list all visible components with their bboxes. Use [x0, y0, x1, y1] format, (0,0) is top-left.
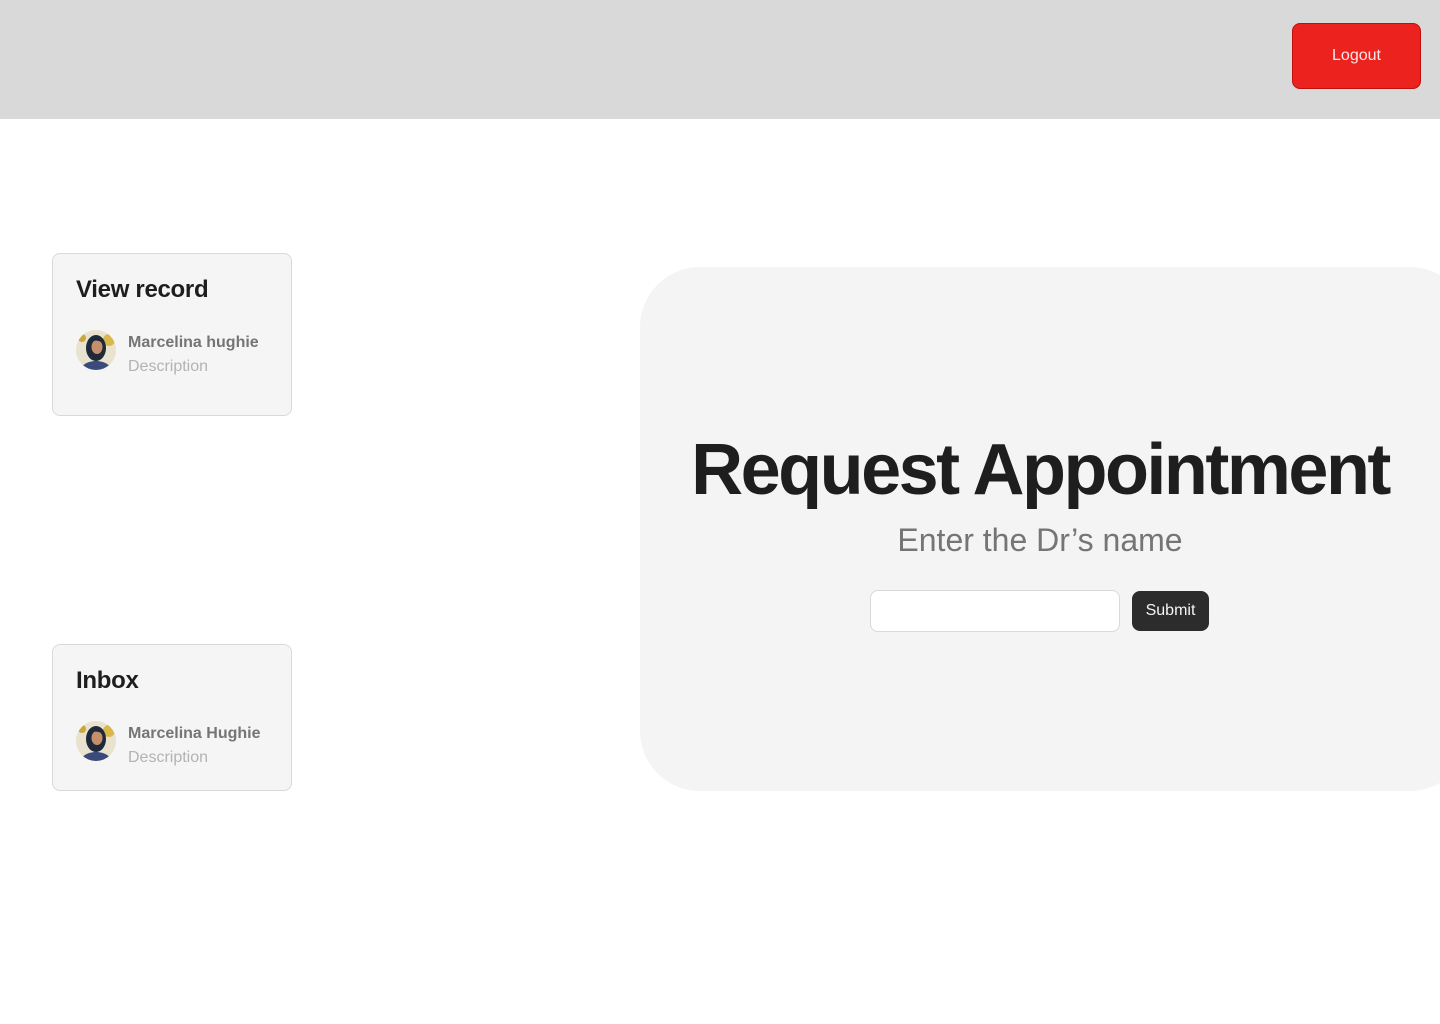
avatar-photo-icon: [76, 330, 116, 370]
user-name: Marcelina Hughie: [128, 725, 261, 742]
card-title: Inbox: [76, 667, 139, 694]
user-description: Description: [128, 358, 209, 375]
submit-button[interactable]: Submit: [1132, 591, 1209, 631]
page: Logout View record Marcelina hughie Desc…: [0, 0, 1440, 1024]
doctor-name-input[interactable]: [870, 590, 1120, 632]
appointment-heading: Request Appointment: [691, 430, 1391, 510]
avatar: [76, 330, 116, 370]
card-user: Marcelina Hughie Description: [76, 721, 260, 770]
top-bar: Logout: [0, 0, 1440, 119]
view-record-card[interactable]: View record Marcelina hughie Description: [52, 253, 292, 416]
user-text: Marcelina Hughie Description: [128, 722, 260, 770]
card-user: Marcelina hughie Description: [76, 330, 259, 379]
avatar: [76, 721, 116, 761]
user-description: Description: [128, 749, 209, 766]
avatar-photo-icon: [76, 721, 116, 761]
logout-button[interactable]: Logout: [1292, 23, 1421, 89]
user-name: Marcelina hughie: [128, 334, 259, 351]
appointment-subheading: Enter the Dr’s name: [897, 522, 1183, 558]
card-title: View record: [76, 276, 209, 303]
inbox-card[interactable]: Inbox Marcelina Hughie Description: [52, 644, 292, 791]
user-text: Marcelina hughie Description: [128, 331, 259, 379]
